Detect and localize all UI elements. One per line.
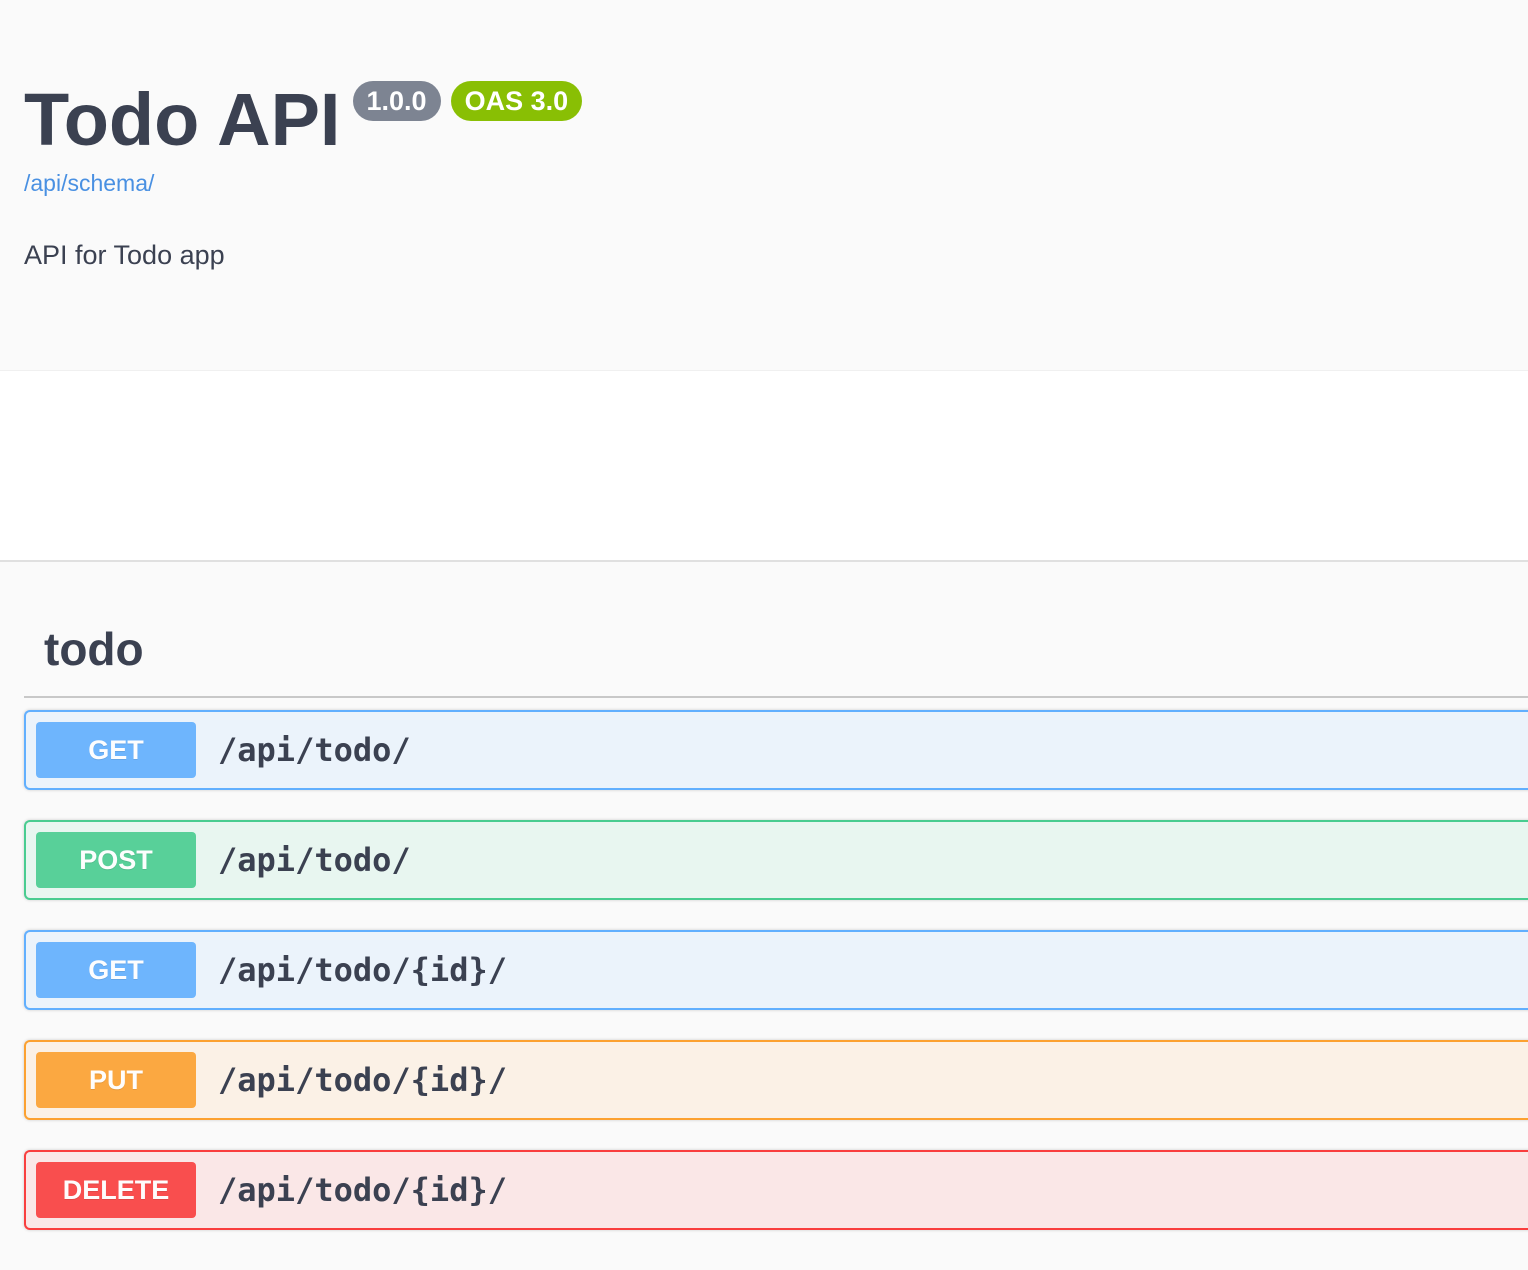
tag-section-todo: todo GET /api/todo/ POST /api/todo/ GET … [24, 600, 1528, 1230]
operation-get-todo-list[interactable]: GET /api/todo/ [24, 710, 1528, 790]
operation-path: /api/todo/{id}/ [218, 951, 507, 989]
schema-link[interactable]: /api/schema/ [24, 170, 154, 197]
version-badge: 1.0.0 [352, 81, 441, 121]
operation-path: /api/todo/{id}/ [218, 1171, 507, 1209]
title-row: Todo API 1.0.0 OAS 3.0 [24, 78, 583, 162]
info-section: Todo API 1.0.0 OAS 3.0 /api/schema/ API … [0, 0, 1528, 370]
operation-get-todo-detail[interactable]: GET /api/todo/{id}/ [24, 930, 1528, 1010]
tag-header-todo[interactable]: todo [24, 600, 1528, 698]
operation-delete-todo[interactable]: DELETE /api/todo/{id}/ [24, 1150, 1528, 1230]
method-badge: GET [36, 722, 196, 778]
operation-path: /api/todo/{id}/ [218, 1061, 507, 1099]
operation-path: /api/todo/ [218, 731, 411, 769]
operation-path: /api/todo/ [218, 841, 411, 879]
page-title: Todo API [24, 78, 341, 161]
method-badge: DELETE [36, 1162, 196, 1218]
scheme-container [0, 370, 1528, 562]
method-badge: GET [36, 942, 196, 998]
method-badge: PUT [36, 1052, 196, 1108]
operation-post-todo[interactable]: POST /api/todo/ [24, 820, 1528, 900]
method-badge: POST [36, 832, 196, 888]
api-description: API for Todo app [24, 240, 225, 270]
operation-put-todo[interactable]: PUT /api/todo/{id}/ [24, 1040, 1528, 1120]
oas-badge: OAS 3.0 [450, 81, 583, 121]
tag-name: todo [44, 623, 144, 675]
